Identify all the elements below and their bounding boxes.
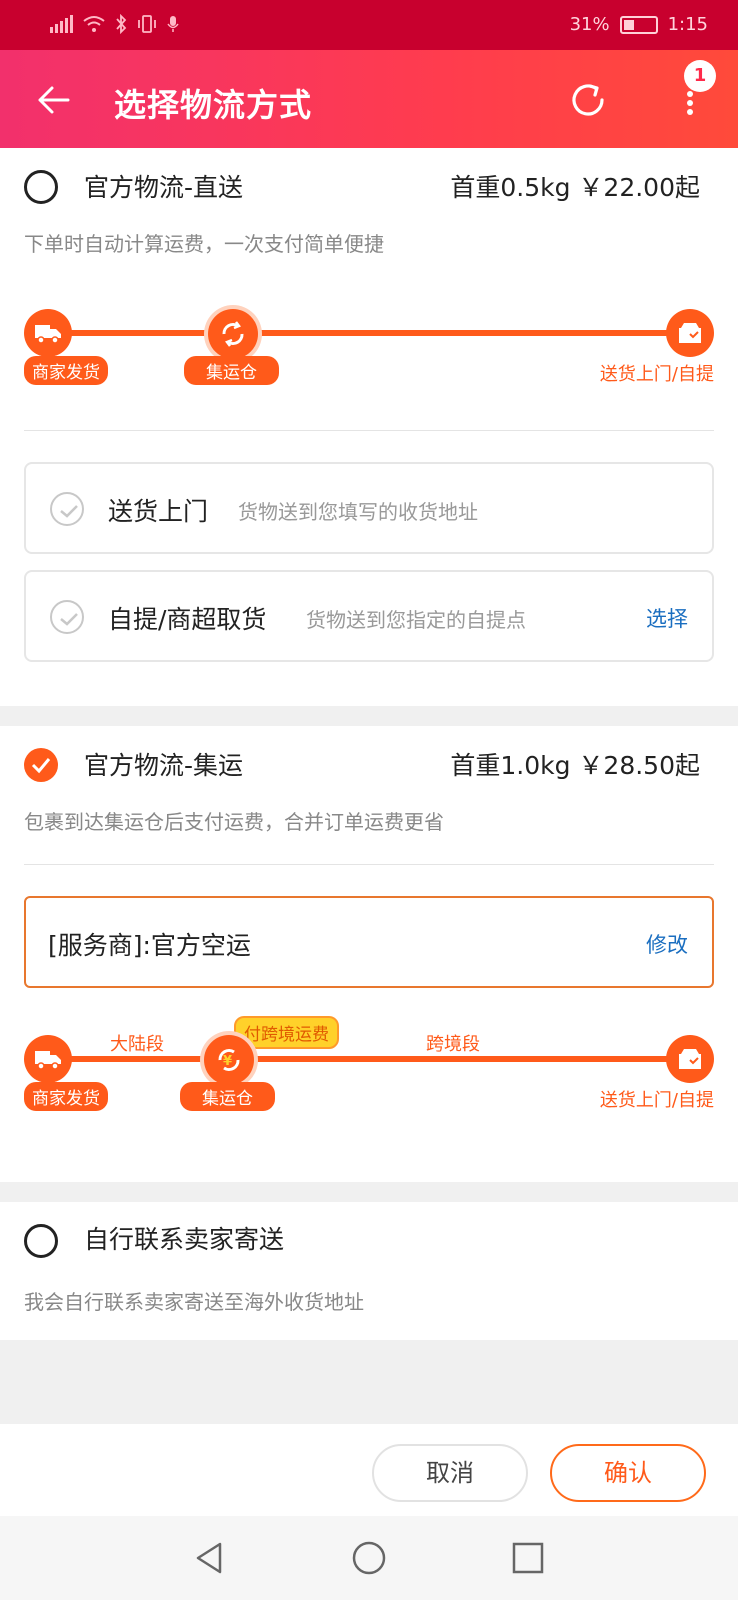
cancel-button[interactable]: 取消 <box>372 1444 528 1502</box>
delivery-title: 送货上门 <box>108 497 209 526</box>
yuan-cycle-icon: ¥ <box>218 1048 240 1072</box>
service-provider-box[interactable]: [服务商]:官方空运 修改 <box>24 896 714 988</box>
option-consolidated-card[interactable]: 官方物流-集运 首重1.0kg ￥28.50起 包裹到达集运仓后支付运费，合并订… <box>0 726 738 1182</box>
truck-node <box>24 1035 72 1083</box>
bluetooth-icon <box>116 14 127 34</box>
option-desc: 包裹到达集运仓后支付运费，合并订单运费更省 <box>24 810 444 834</box>
delivery-node <box>666 309 714 357</box>
radio-direct[interactable] <box>24 170 58 204</box>
divider <box>24 430 714 431</box>
option-price: 首重0.5kg ￥22.00起 <box>450 173 700 202</box>
pickup-title: 自提/商超取货 <box>108 605 267 634</box>
check-circle-icon[interactable] <box>50 492 84 526</box>
track-mid-label: 集运仓 <box>184 356 279 385</box>
svg-text:¥: ¥ <box>223 1054 232 1069</box>
wifi-icon <box>83 16 105 32</box>
option-self-contact-card[interactable]: 自行联系卖家寄送 我会自行联系卖家寄送至海外收货地址 <box>0 1202 738 1340</box>
page-title: 选择物流方式 <box>114 86 313 124</box>
cycle-icon <box>222 321 244 347</box>
bottom-action-bar: 取消 确认 <box>0 1424 738 1516</box>
option-desc: 下单时自动计算运费，一次支付简单便捷 <box>24 232 384 256</box>
battery-percent: 31% <box>569 14 610 35</box>
delivery-desc: 货物送到您填写的收货地址 <box>238 500 478 524</box>
pickup-desc: 货物送到您指定的自提点 <box>306 608 526 632</box>
logistics-track: 商家发货 集运仓 送货上门/自提 <box>24 296 714 406</box>
delivery-home-option[interactable]: 送货上门 货物送到您填写的收货地址 <box>24 462 714 554</box>
track-start-label: 商家发货 <box>24 356 108 385</box>
segment-mainland-label: 大陆段 <box>110 1034 164 1055</box>
nav-back-icon[interactable] <box>190 1538 230 1578</box>
pickup-option[interactable]: 自提/商超取货 货物送到您指定的自提点 选择 <box>24 570 714 662</box>
select-pickup-link[interactable]: 选择 <box>646 603 688 633</box>
confirm-button[interactable]: 确认 <box>550 1444 706 1502</box>
track-line <box>48 1056 690 1062</box>
track-end-label: 送货上门/自提 <box>599 364 714 385</box>
option-title: 官方物流-直送 <box>84 173 244 202</box>
option-price: 首重1.0kg ￥28.50起 <box>450 751 700 780</box>
back-arrow-icon[interactable] <box>34 80 74 120</box>
provider-text: [服务商]:官方空运 <box>48 931 251 960</box>
modify-provider-link[interactable]: 修改 <box>646 929 688 959</box>
divider <box>24 864 714 865</box>
segment-crossborder-label: 跨境段 <box>426 1034 480 1055</box>
option-title: 自行联系卖家寄送 <box>84 1225 285 1254</box>
track-line <box>48 330 690 336</box>
status-bar: 31% 1:15 <box>0 0 738 50</box>
track-mid-label: 集运仓 <box>180 1082 275 1111</box>
track-end-label: 送货上门/自提 <box>599 1090 714 1111</box>
package-icon <box>679 1049 701 1069</box>
radio-self-contact[interactable] <box>24 1224 58 1258</box>
mic-icon <box>167 16 179 32</box>
checkmark-icon <box>31 758 51 774</box>
clock: 1:15 <box>667 14 708 35</box>
truck-node <box>24 309 72 357</box>
battery-icon <box>619 15 658 34</box>
nav-home-icon[interactable] <box>349 1538 389 1578</box>
warehouse-node <box>208 309 258 359</box>
logistics-track: 大陆段 跨境段 付跨境运费 ¥ 商家发货 集运仓 送货上门/自提 <box>24 1016 714 1132</box>
refresh-icon[interactable] <box>566 78 610 122</box>
track-start-label: 商家发货 <box>24 1082 108 1111</box>
nav-recents-icon[interactable] <box>508 1538 548 1578</box>
truck-icon <box>35 1051 61 1070</box>
check-circle-icon[interactable] <box>50 600 84 634</box>
vibrate-icon <box>138 15 156 33</box>
warehouse-node: ¥ <box>204 1035 254 1085</box>
package-icon <box>679 323 701 343</box>
delivery-node <box>666 1035 714 1083</box>
signal-icon <box>50 15 73 33</box>
radio-consolidated[interactable] <box>24 748 58 782</box>
system-nav-bar <box>0 1516 738 1600</box>
pay-crossborder-tag: 付跨境运费 <box>234 1016 339 1049</box>
option-desc: 我会自行联系卖家寄送至海外收货地址 <box>24 1290 364 1314</box>
option-title: 官方物流-集运 <box>84 751 244 780</box>
truck-icon <box>35 325 61 344</box>
option-direct-card[interactable]: 官方物流-直送 首重0.5kg ￥22.00起 下单时自动计算运费，一次支付简单… <box>0 148 738 706</box>
notification-badge: 1 <box>684 60 716 92</box>
more-vertical-icon[interactable] <box>678 88 702 118</box>
app-header: 选择物流方式 1 <box>0 50 738 148</box>
